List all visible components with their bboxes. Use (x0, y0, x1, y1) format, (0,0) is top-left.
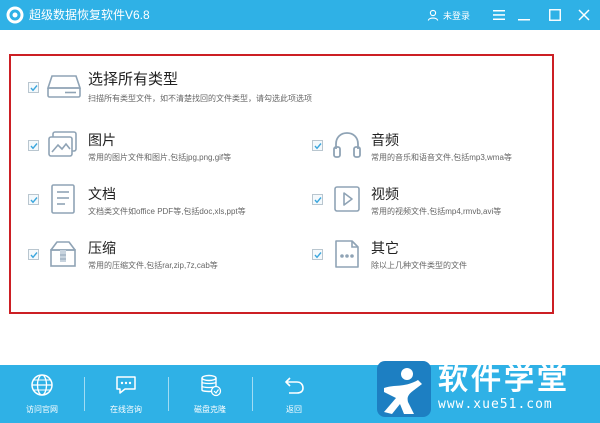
option-archive-desc: 常用的压缩文件,包括rar,zip,7z,cab等 (88, 261, 218, 270)
xue51-logo-icon (377, 361, 431, 417)
menu-button[interactable] (489, 5, 509, 25)
visit-website-button[interactable]: 访问官网 (2, 365, 82, 423)
check-icon (30, 85, 38, 92)
checkbox-video[interactable] (312, 194, 323, 205)
checkbox-other[interactable] (312, 249, 323, 260)
option-images-desc: 常用的图片文件和图片,包括jpg,png,gif等 (88, 153, 232, 162)
option-audio-title: 音频 (371, 132, 399, 148)
check-icon (30, 197, 38, 204)
close-button[interactable] (574, 5, 594, 25)
file-type-panel: 选择所有类型 扫描所有类型文件，如不清楚找回的文件类型，请勾选此项选项 图片 常… (9, 54, 554, 314)
globe-icon (31, 374, 53, 396)
online-chat-label: 在线咨询 (110, 405, 142, 414)
return-button[interactable]: 返回 (254, 365, 334, 423)
checkbox-documents[interactable] (28, 194, 39, 205)
title-bar: 超级数据恢复软件V6.8 未登录 (0, 0, 600, 30)
watermark-logo: 软件学堂 www.xue51.com (372, 356, 598, 422)
online-chat-button[interactable]: 在线咨询 (86, 365, 166, 423)
video-icon (334, 186, 360, 212)
check-icon (314, 197, 322, 204)
checkbox-images[interactable] (28, 140, 39, 151)
app-logo-icon (6, 6, 24, 24)
user-login-label: 未登录 (443, 10, 471, 21)
check-icon (314, 252, 322, 259)
option-other-desc: 除以上几种文件类型的文件 (371, 261, 467, 270)
checkbox-archive[interactable] (28, 249, 39, 260)
option-documents-title: 文档 (88, 186, 116, 202)
toolbar-divider (84, 377, 85, 411)
document-icon (51, 184, 75, 214)
return-label: 返回 (286, 405, 302, 414)
menu-icon (493, 10, 505, 20)
headphones-icon (333, 132, 361, 158)
disk-clone-icon (201, 374, 222, 397)
user-icon (427, 9, 439, 21)
app-title: 超级数据恢复软件V6.8 (29, 8, 150, 22)
maximize-button[interactable] (545, 5, 565, 25)
check-icon (314, 143, 322, 150)
drive-icon (46, 75, 82, 98)
chat-icon (116, 376, 136, 394)
checkbox-all-types[interactable] (28, 82, 39, 93)
toolbar-divider (168, 377, 169, 411)
option-all-types-title: 选择所有类型 (88, 71, 179, 88)
close-icon (578, 9, 590, 21)
checkbox-audio[interactable] (312, 140, 323, 151)
minimize-icon (518, 19, 530, 21)
other-file-icon (335, 240, 359, 268)
option-all-types-desc: 扫描所有类型文件，如不清楚找回的文件类型，请勾选此项选项 (88, 94, 312, 103)
watermark-text: 软件学堂 (438, 362, 570, 397)
picture-icon (48, 131, 77, 157)
watermark-url: www.xue51.com (438, 397, 553, 412)
visit-website-label: 访问官网 (26, 405, 58, 414)
return-icon (285, 377, 304, 394)
toolbar-divider (252, 377, 253, 411)
archive-icon (50, 241, 76, 267)
disk-clone-label: 磁盘克隆 (194, 405, 226, 414)
check-icon (30, 143, 38, 150)
minimize-button[interactable] (514, 5, 534, 25)
option-documents-desc: 文档类文件如office PDF等,包括doc,xls,ppt等 (88, 207, 246, 216)
disk-clone-button[interactable]: 磁盘克隆 (170, 365, 250, 423)
option-other-title: 其它 (371, 240, 399, 256)
option-video-desc: 常用的视频文件,包括mp4,rmvb,avi等 (371, 207, 502, 216)
option-images-title: 图片 (88, 132, 116, 148)
user-login[interactable]: 未登录 (427, 6, 470, 24)
maximize-icon (549, 9, 561, 21)
option-audio-desc: 常用的音乐和语音文件,包括mp3,wma等 (371, 153, 512, 162)
option-video-title: 视频 (371, 186, 399, 202)
option-archive-title: 压缩 (88, 240, 116, 256)
check-icon (30, 252, 38, 259)
